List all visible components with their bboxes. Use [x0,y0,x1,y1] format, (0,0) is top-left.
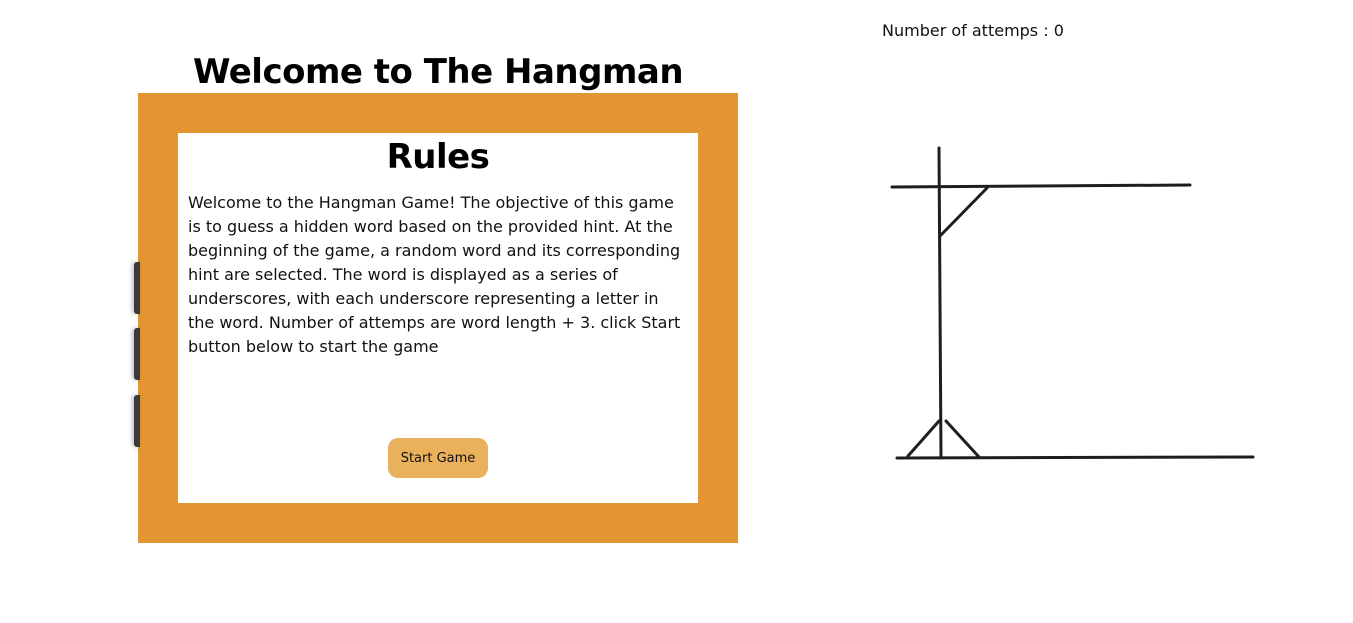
gallows-post [937,146,943,460]
gallows-drawing-icon [890,146,1255,460]
gallows-leg-right [944,419,981,459]
start-game-button[interactable]: Start Game [388,438,488,478]
rules-heading: Rules [386,137,490,177]
side-tab [134,395,140,447]
hangman-page: Welcome to The Hangman Game Number of at… [0,0,1353,623]
side-tab [134,262,140,314]
rules-modal: Rules Welcome to the Hangman Game! The o… [178,133,698,503]
gallows-leg-left [906,419,941,458]
gallows-beam [890,183,1192,189]
attempts-counter: Number of attemps : 0 [882,21,1064,40]
rules-description: Welcome to the Hangman Game! The objecti… [188,193,681,356]
side-tab [134,328,140,380]
gallows-base [895,455,1255,460]
gallows-brace [938,186,989,238]
